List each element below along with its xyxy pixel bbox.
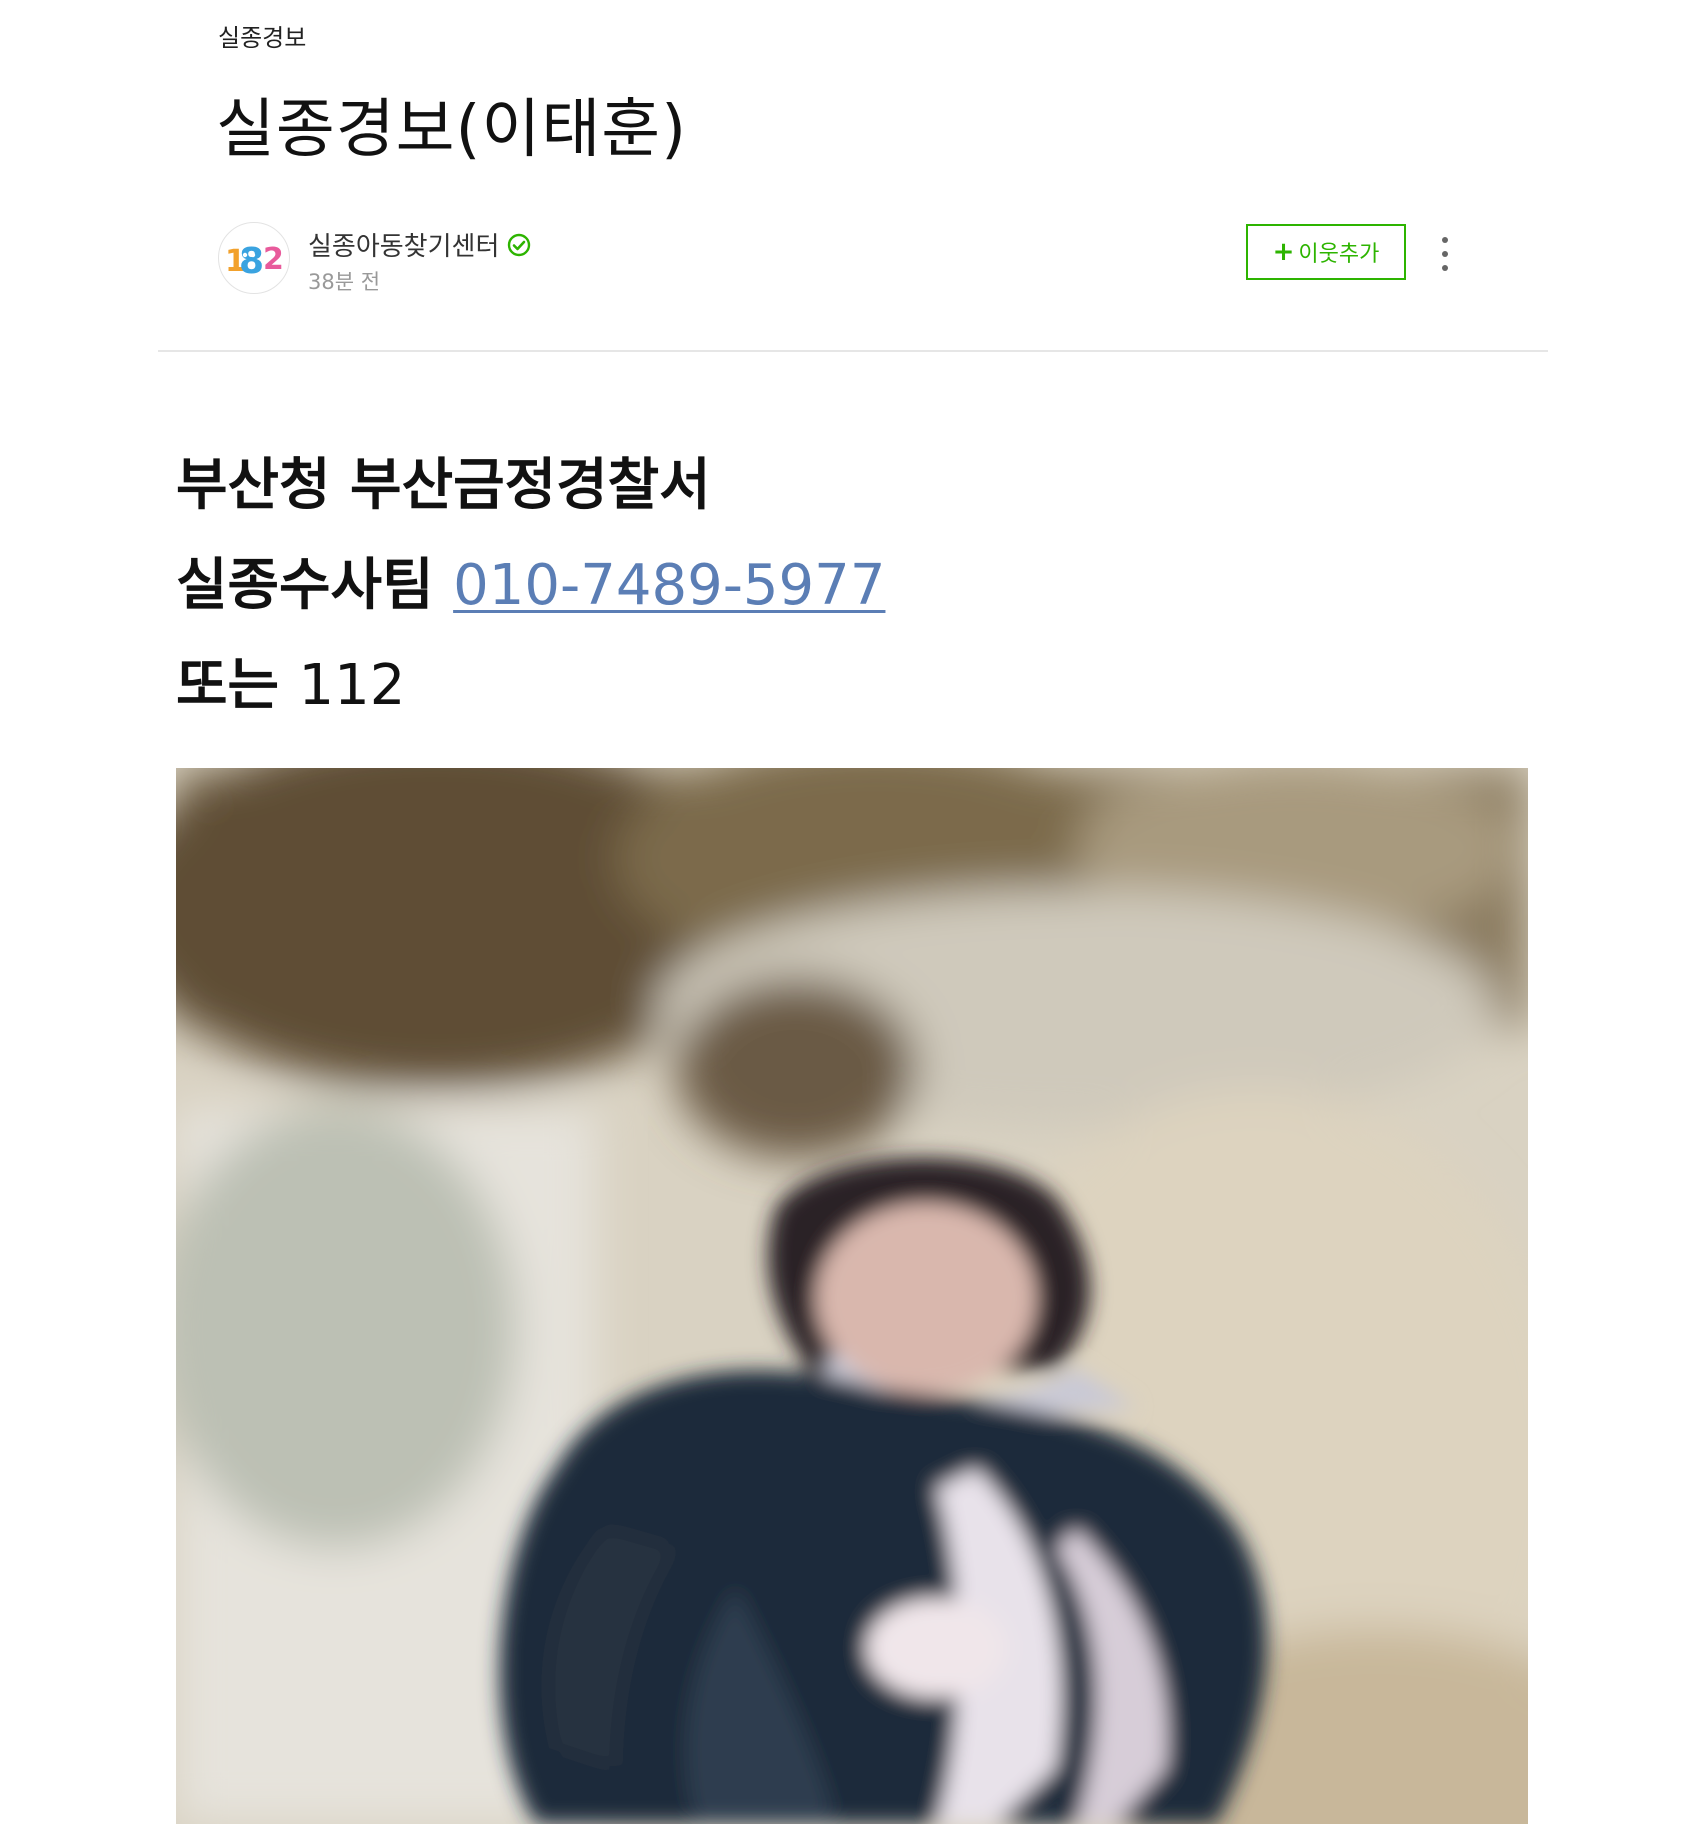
svg-text:2: 2 xyxy=(263,242,284,277)
add-neighbor-label: 이웃추가 xyxy=(1298,242,1380,267)
team-label: 실종수사팀 xyxy=(176,553,434,618)
missing-person-photo[interactable] xyxy=(176,768,1528,1824)
add-neighbor-button[interactable]: + 이웃추가 xyxy=(1246,224,1406,280)
phone-link[interactable]: 010-7489-5977 xyxy=(453,553,885,618)
post-title: 실종경보(이태훈) xyxy=(216,93,688,167)
plus-icon: + xyxy=(1272,237,1295,267)
more-dot xyxy=(1442,237,1448,243)
svg-text:8: 8 xyxy=(239,241,264,282)
body-line-team: 실종수사팀 010-7489-5977 xyxy=(176,540,885,621)
category-link[interactable]: 실종경보 xyxy=(218,18,306,53)
cctv-image xyxy=(176,768,1528,1824)
author-name[interactable]: 실종아동찾기센터 xyxy=(308,226,531,263)
body-line-station: 부산청 부산금정경찰서 xyxy=(176,453,711,518)
more-dot xyxy=(1442,265,1448,271)
author-row: 1 8 2 실종아동찾기센터 38분 전 + 이웃추가 xyxy=(218,222,1504,296)
body-line-emergency: 또는 112 xyxy=(176,640,405,721)
author-name-label: 실종아동찾기센터 xyxy=(308,232,500,262)
more-dot xyxy=(1442,251,1448,257)
header-divider xyxy=(158,350,1548,352)
blog-post-page: 실종경보 실종경보(이태훈) 1 8 2 실종아동찾기센터 38분 전 + 이웃… xyxy=(0,0,1696,1824)
avatar[interactable]: 1 8 2 xyxy=(218,222,290,294)
avatar-logo-icon: 1 8 2 xyxy=(220,224,288,292)
emergency-number: 112 xyxy=(298,653,406,718)
verified-check-icon xyxy=(507,233,531,257)
or-label: 또는 xyxy=(176,653,280,718)
post-time: 38분 전 xyxy=(308,270,381,294)
more-options-icon[interactable] xyxy=(1430,234,1460,274)
